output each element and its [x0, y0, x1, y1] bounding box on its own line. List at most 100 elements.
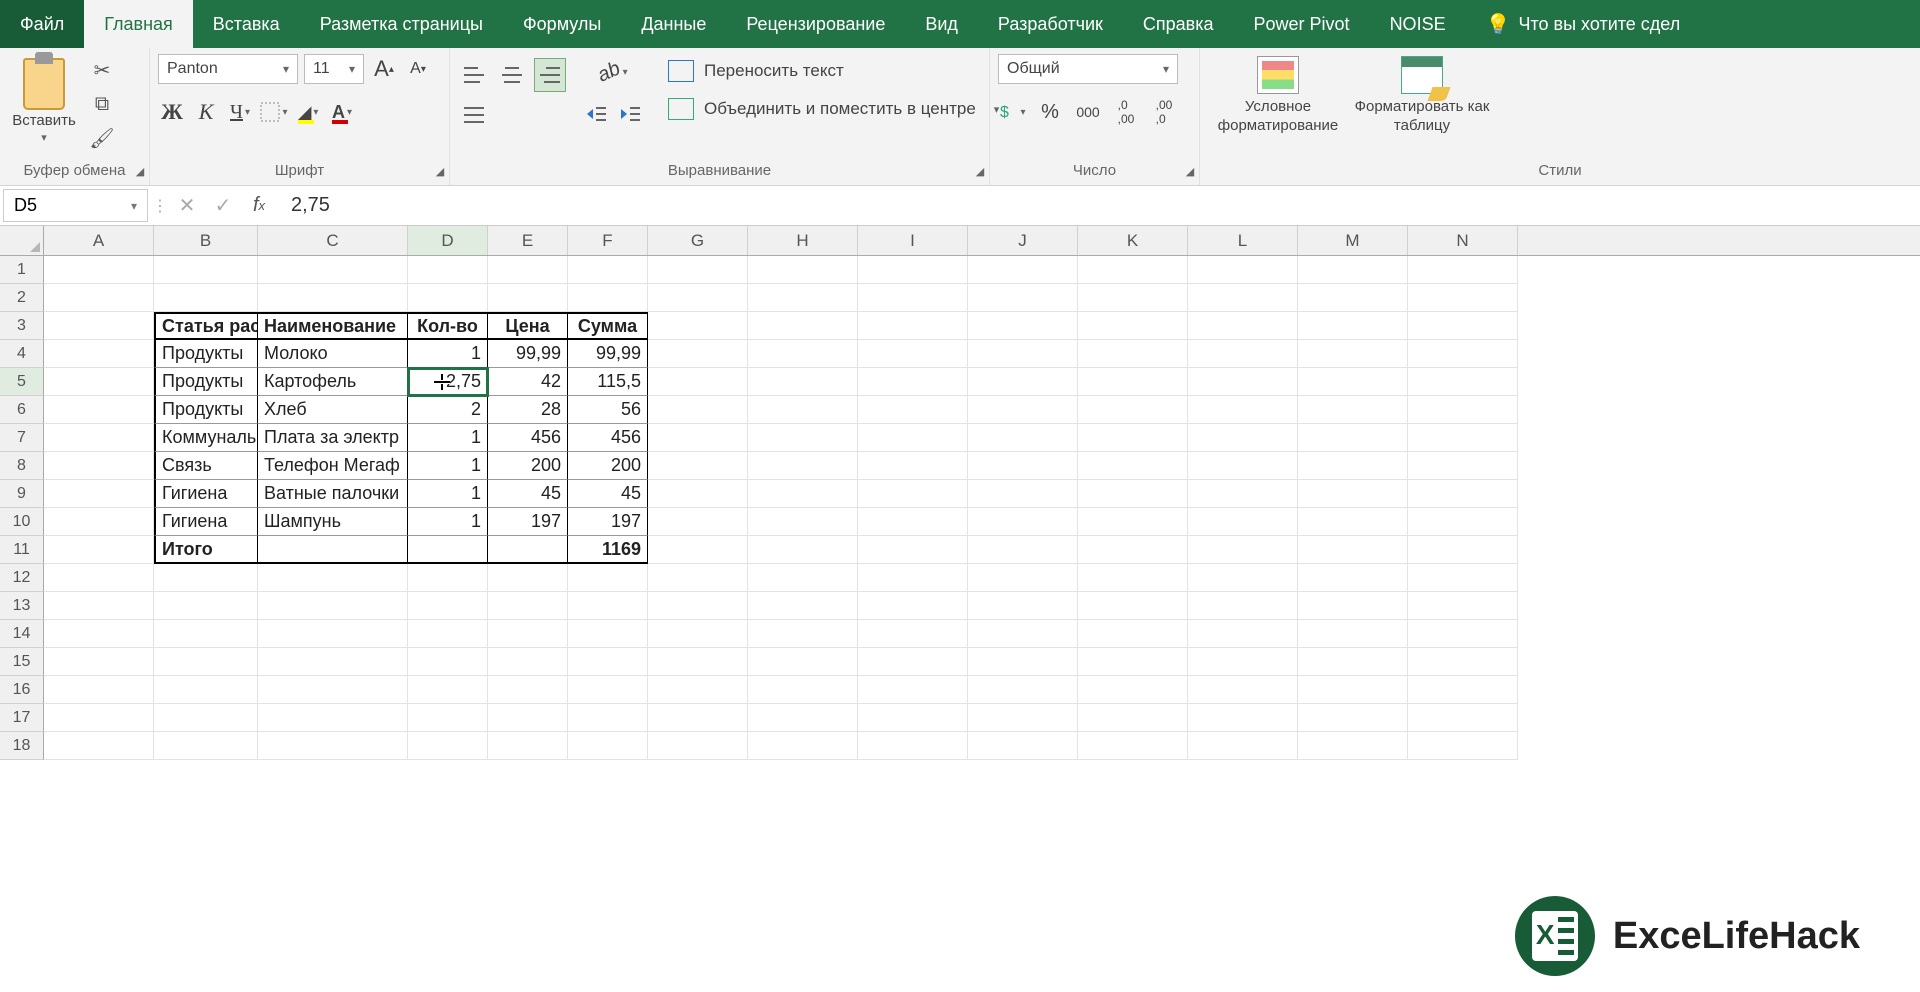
column-header-H[interactable]: H [748, 226, 858, 255]
cell-C2[interactable] [258, 284, 408, 312]
cell-C10[interactable]: Шампунь [258, 508, 408, 536]
cell-K10[interactable] [1078, 508, 1188, 536]
column-header-E[interactable]: E [488, 226, 568, 255]
cell-F5[interactable]: 115,5 [568, 368, 648, 396]
cell-F17[interactable] [568, 704, 648, 732]
cell-K4[interactable] [1078, 340, 1188, 368]
cell-L3[interactable] [1188, 312, 1298, 340]
cell-K5[interactable] [1078, 368, 1188, 396]
increase-indent-button[interactable] [616, 100, 644, 128]
copy-button[interactable]: ⧉ [88, 92, 116, 116]
tab-home[interactable]: Главная [84, 0, 193, 48]
cell-D11[interactable] [408, 536, 488, 564]
cell-D2[interactable] [408, 284, 488, 312]
cell-N3[interactable] [1408, 312, 1518, 340]
column-header-K[interactable]: K [1078, 226, 1188, 255]
cell-G1[interactable] [648, 256, 748, 284]
cell-J11[interactable] [968, 536, 1078, 564]
cell-G9[interactable] [648, 480, 748, 508]
increase-font-button[interactable]: A▴ [370, 55, 398, 83]
tab-developer[interactable]: Разработчик [978, 0, 1123, 48]
decrease-decimal-button[interactable]: ,00,0 [1150, 98, 1178, 126]
cell-L7[interactable] [1188, 424, 1298, 452]
row-header-2[interactable]: 2 [0, 284, 44, 312]
cell-N9[interactable] [1408, 480, 1518, 508]
tab-noise[interactable]: NOISE [1370, 0, 1466, 48]
cell-G4[interactable] [648, 340, 748, 368]
tab-help[interactable]: Справка [1123, 0, 1234, 48]
cell-J17[interactable] [968, 704, 1078, 732]
tab-review[interactable]: Рецензирование [726, 0, 905, 48]
cell-L13[interactable] [1188, 592, 1298, 620]
cell-J3[interactable] [968, 312, 1078, 340]
cell-A16[interactable] [44, 676, 154, 704]
cell-N8[interactable] [1408, 452, 1518, 480]
tab-file[interactable]: Файл [0, 0, 84, 48]
accounting-format-button[interactable]: $▾ [998, 98, 1026, 126]
cell-H10[interactable] [748, 508, 858, 536]
tab-view[interactable]: Вид [905, 0, 978, 48]
cell-F4[interactable]: 99,99 [568, 340, 648, 368]
fill-color-button[interactable]: ◢▾ [294, 98, 322, 126]
cell-D13[interactable] [408, 592, 488, 620]
cell-N2[interactable] [1408, 284, 1518, 312]
cell-A17[interactable] [44, 704, 154, 732]
cell-H12[interactable] [748, 564, 858, 592]
cell-G14[interactable] [648, 620, 748, 648]
cell-L16[interactable] [1188, 676, 1298, 704]
select-all-corner[interactable] [0, 226, 44, 255]
cell-L9[interactable] [1188, 480, 1298, 508]
cell-B6[interactable]: Продукты [154, 396, 258, 424]
cell-F6[interactable]: 56 [568, 396, 648, 424]
cell-N17[interactable] [1408, 704, 1518, 732]
cell-E18[interactable] [488, 732, 568, 760]
font-size-combo[interactable]: 11▾ [304, 54, 364, 84]
tab-data[interactable]: Данные [621, 0, 726, 48]
cell-D1[interactable] [408, 256, 488, 284]
row-header-4[interactable]: 4 [0, 340, 44, 368]
row-header-15[interactable]: 15 [0, 648, 44, 676]
cell-K13[interactable] [1078, 592, 1188, 620]
row-header-8[interactable]: 8 [0, 452, 44, 480]
cell-E3[interactable]: Цена [488, 312, 568, 340]
cell-K18[interactable] [1078, 732, 1188, 760]
cell-H8[interactable] [748, 452, 858, 480]
column-header-D[interactable]: D [408, 226, 488, 255]
font-name-combo[interactable]: Panton▾ [158, 54, 298, 84]
cell-G2[interactable] [648, 284, 748, 312]
cell-K3[interactable] [1078, 312, 1188, 340]
cell-H16[interactable] [748, 676, 858, 704]
cell-A1[interactable] [44, 256, 154, 284]
cell-K14[interactable] [1078, 620, 1188, 648]
cell-B12[interactable] [154, 564, 258, 592]
formula-input[interactable]: 2,75 [277, 186, 1920, 225]
cell-C13[interactable] [258, 592, 408, 620]
cell-M16[interactable] [1298, 676, 1408, 704]
percent-button[interactable]: % [1036, 98, 1064, 126]
cell-A11[interactable] [44, 536, 154, 564]
row-header-10[interactable]: 10 [0, 508, 44, 536]
cell-E2[interactable] [488, 284, 568, 312]
cell-D18[interactable] [408, 732, 488, 760]
cancel-formula-button[interactable]: ✕ [169, 186, 205, 225]
cell-C4[interactable]: Молоко [258, 340, 408, 368]
cell-G17[interactable] [648, 704, 748, 732]
cell-K1[interactable] [1078, 256, 1188, 284]
cell-I16[interactable] [858, 676, 968, 704]
cell-C7[interactable]: Плата за электр [258, 424, 408, 452]
cell-G16[interactable] [648, 676, 748, 704]
cell-D9[interactable]: 1 [408, 480, 488, 508]
cell-B7[interactable]: Коммуналь [154, 424, 258, 452]
cell-L5[interactable] [1188, 368, 1298, 396]
cell-C15[interactable] [258, 648, 408, 676]
alignment-launcher[interactable]: ◢ [973, 165, 987, 179]
cell-H18[interactable] [748, 732, 858, 760]
decrease-indent-button[interactable] [582, 100, 610, 128]
cell-E5[interactable]: 42 [488, 368, 568, 396]
borders-button[interactable]: ▾ [260, 98, 288, 126]
cell-H9[interactable] [748, 480, 858, 508]
cell-E8[interactable]: 200 [488, 452, 568, 480]
cell-E9[interactable]: 45 [488, 480, 568, 508]
cell-H5[interactable] [748, 368, 858, 396]
cell-N15[interactable] [1408, 648, 1518, 676]
